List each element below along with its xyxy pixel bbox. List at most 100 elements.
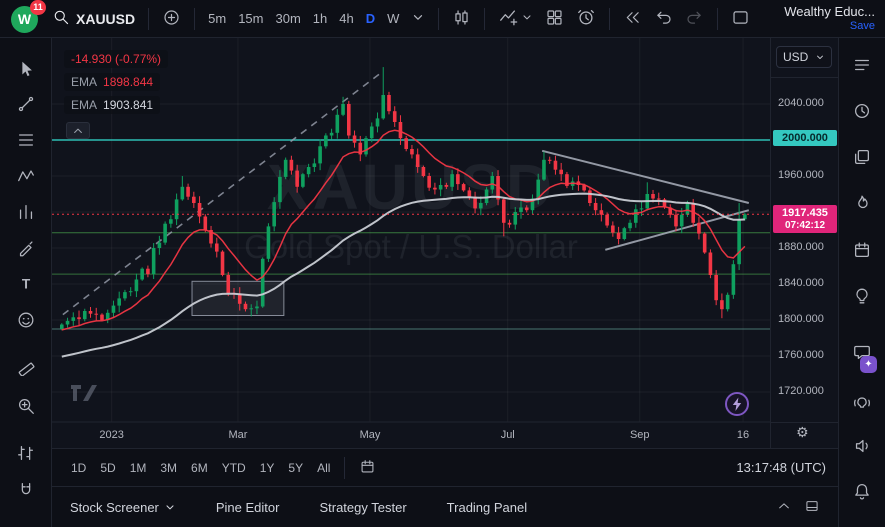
hotlists-flame-icon[interactable] [845,189,879,217]
chevron-down-icon [411,10,425,27]
timeframe-menu-button[interactable] [405,7,431,30]
timeframe-15m[interactable]: 15m [232,8,269,29]
bar-pattern-tool[interactable] [9,439,43,467]
ruler-tool[interactable] [9,352,43,380]
notifications-bell-icon[interactable] [845,477,879,505]
calendar-icon[interactable] [845,236,879,264]
candle-body [525,208,529,211]
range-all[interactable]: All [310,458,337,478]
range-1d[interactable]: 1D [64,458,93,478]
zoom-tool[interactable] [9,392,43,420]
panel-expand-chevron-icon[interactable] [776,498,792,517]
timeframe-4h[interactable]: 4h [333,8,359,29]
fib-retracement-tool[interactable] [9,126,43,154]
legend-collapse-button[interactable] [66,122,90,139]
candle-body [743,214,747,219]
timeframe-1h[interactable]: 1h [307,8,333,29]
chart-settings-gear-icon[interactable]: ⚙ [796,424,809,441]
ideas-lightbulb-icon[interactable] [845,282,879,310]
candle-body [508,223,512,225]
range-5y[interactable]: 5Y [281,458,310,478]
select-layout-button[interactable] [725,5,756,33]
timeframe-5m[interactable]: 5m [202,8,232,29]
alerts-clock-icon[interactable] [845,97,879,125]
tab-stock-screener[interactable]: Stock Screener [70,500,176,515]
time-axis-label: Mar [228,429,247,441]
range-1y[interactable]: 1Y [253,458,282,478]
current-price-value: 1917.435 [773,207,837,219]
timeframe-1w[interactable]: W [381,8,405,29]
cursor-tool[interactable] [9,55,43,83]
timeframe-30m[interactable]: 30m [269,8,306,29]
candle-body [554,161,558,170]
publish-icon[interactable] [845,432,879,460]
range-3m[interactable]: 3M [153,458,184,478]
candle-body [651,194,655,199]
tradingview-logo[interactable] [70,382,98,409]
tab-label: Stock Screener [70,500,159,515]
candle-body [445,185,449,187]
price-axis[interactable]: USD 2000.000 1917.435 07:42:12 ⚙ 2040.00… [770,38,838,448]
range-5d[interactable]: 5D [93,458,122,478]
price-axis-label: 1760.000 [778,349,824,361]
tab-pine-editor[interactable]: Pine Editor [216,500,280,515]
candle-body [244,304,248,309]
ai-sparkle-badge[interactable]: ✦ [860,356,877,373]
emoji-tool[interactable] [9,306,43,334]
candle-body [238,294,242,304]
candle-body [709,253,713,276]
candle-body [261,259,265,307]
symbol-search-button[interactable]: XAUUSD [46,5,141,32]
watchlist-icon[interactable] [845,51,879,79]
object-tree-icon[interactable] [845,143,879,171]
timeframe-1d[interactable]: D [360,8,381,29]
candle-body [66,321,70,325]
go-to-date-button[interactable] [352,455,383,481]
range-ytd[interactable]: YTD [215,458,253,478]
server-clock[interactable]: 13:17:48 (UTC) [736,460,826,475]
candle-body [450,174,454,187]
streams-icon[interactable] [845,389,879,417]
chart-style-button[interactable] [446,5,477,33]
text-tool[interactable]: T [9,270,43,298]
undo-button[interactable] [648,5,679,33]
redo-button[interactable] [679,5,710,33]
indicators-button[interactable] [492,4,539,33]
alert-button[interactable] [570,4,602,33]
compare-add-button[interactable] [156,5,187,33]
candle-body [60,325,64,330]
range-6m[interactable]: 6M [184,458,215,478]
save-button[interactable]: Save [850,20,875,32]
account-name[interactable]: Wealthy Educ... [784,5,875,19]
indicator-label: EMA [71,98,97,112]
candle-body [485,190,489,204]
user-menu-button[interactable]: W 11 [6,2,46,36]
currency-label: USD [783,50,808,64]
brush-tool[interactable] [9,234,43,262]
candle-body [278,177,282,202]
xabcd-pattern-tool[interactable] [9,162,43,190]
candle-body [175,199,179,219]
range-1m[interactable]: 1M [123,458,154,478]
tab-strategy-tester[interactable]: Strategy Tester [319,500,406,515]
panel-maximize-icon[interactable] [804,498,820,517]
quick-action-fab[interactable] [724,391,750,417]
price-axis-label: 1720.000 [778,385,824,397]
divider [148,8,149,30]
divider [771,422,838,423]
calendar-icon [359,458,376,475]
prediction-tool[interactable] [9,198,43,226]
magnet-tool[interactable] [9,476,43,504]
currency-dropdown[interactable]: USD [776,46,832,68]
candle-body [290,160,294,171]
layout-grid-button[interactable] [539,5,570,33]
trend-line-tool[interactable] [9,90,43,118]
candle-body [714,275,718,300]
tab-trading-panel[interactable]: Trading Panel [447,500,527,515]
candle-body [439,185,443,190]
bar-replay-button[interactable] [617,5,648,33]
candle-body [353,136,357,143]
candle-body [640,208,644,209]
candle-body [410,149,414,154]
candle-body [204,217,208,231]
